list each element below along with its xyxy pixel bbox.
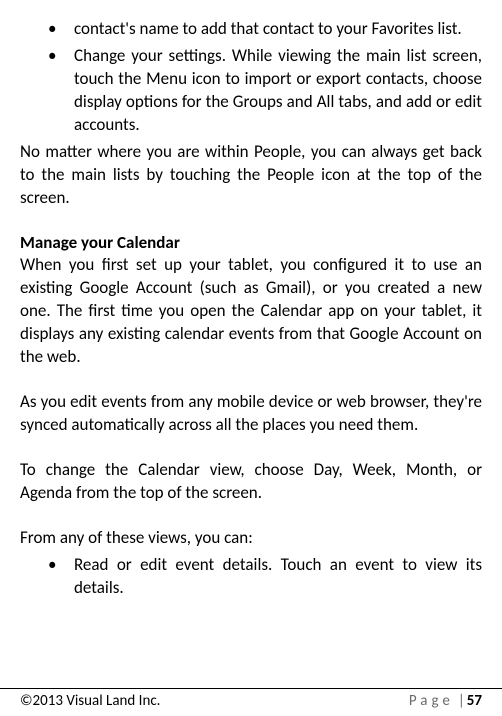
- paragraph: As you edit events from any mobile devic…: [20, 391, 482, 437]
- footer-page-number: 57: [467, 692, 482, 710]
- footer-page: Page|57: [409, 691, 482, 711]
- bullet-item: contact's name to add that contact to yo…: [20, 18, 482, 41]
- bullet-text: contact's name to add that contact to yo…: [74, 18, 462, 39]
- page-body: contact's name to add that contact to yo…: [20, 18, 482, 676]
- paragraph: When you first set up your tablet, you c…: [20, 254, 482, 369]
- heading-calendar: Manage your Calendar: [20, 232, 482, 255]
- paragraph: From any of these views, you can:: [20, 527, 482, 550]
- page-footer: ©2013 Visual Land Inc. Page|57: [0, 688, 502, 716]
- footer-copyright: ©2013 Visual Land Inc.: [20, 691, 160, 711]
- bullet-text: Read or edit event details. Touch an eve…: [74, 554, 482, 598]
- bullet-text: Change your settings. While viewing the …: [74, 45, 482, 135]
- footer-sep: |: [458, 692, 465, 710]
- paragraph: To change the Calendar view, choose Day,…: [20, 459, 482, 505]
- paragraph: No matter where you are within People, y…: [20, 141, 482, 210]
- footer-page-label: Page: [409, 692, 454, 710]
- bullet-item: Change your settings. While viewing the …: [20, 45, 482, 137]
- bullet-item: Read or edit event details. Touch an eve…: [20, 554, 482, 600]
